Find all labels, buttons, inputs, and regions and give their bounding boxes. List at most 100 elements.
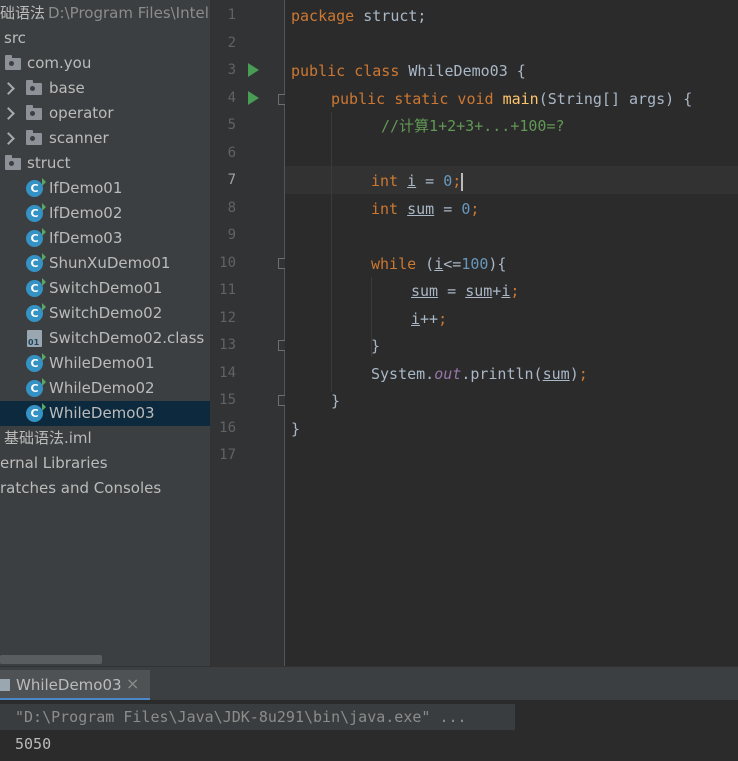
keyword: public class: [291, 62, 400, 80]
tree-item-label: SwitchDemo02: [49, 304, 163, 322]
chevron-right-icon[interactable]: [2, 132, 15, 145]
java-class-icon: C: [26, 228, 46, 247]
tree-root[interactable]: 础语法 D:\Program Files\Intell: [0, 1, 210, 26]
java-class-icon: C: [26, 378, 46, 397]
tree-item-switchdemo01[interactable]: C SwitchDemo01: [0, 276, 210, 301]
operator: <=: [443, 255, 462, 273]
code-editor[interactable]: package struct; public class WhileDemo03…: [285, 0, 738, 666]
semicolon: ;: [438, 310, 448, 328]
run-class-icon[interactable]: [248, 63, 259, 77]
tree-item-label: SwitchDemo01: [49, 279, 163, 297]
code-text: (: [416, 255, 435, 273]
run-config-icon: [0, 679, 10, 691]
code-line-5: //计算1+2+3+...+100=?: [381, 117, 565, 135]
tree-item-shunxudemo01[interactable]: C ShunXuDemo01: [0, 251, 210, 276]
tree-item-whiledemo02[interactable]: C WhileDemo02: [0, 376, 210, 401]
run-console[interactable]: "D:\Program Files\Java\JDK-8u291\bin\jav…: [0, 700, 738, 761]
chevron-right-icon[interactable]: [2, 107, 15, 120]
tree-item-ifdemo03[interactable]: C IfDemo03: [0, 226, 210, 251]
line-number: 5: [227, 117, 236, 133]
line-number: 1: [227, 7, 236, 23]
variable: sum: [407, 200, 435, 218]
text-caret: [461, 172, 464, 191]
variable: i: [501, 282, 511, 300]
run-tab[interactable]: WhileDemo03 ×: [0, 670, 150, 701]
package-icon: [26, 80, 42, 95]
tree-item-label: IfDemo02: [49, 204, 123, 222]
code-line-15: }: [331, 392, 341, 410]
code-line-1: package struct;: [291, 2, 426, 30]
tree-item-base[interactable]: base: [0, 76, 210, 101]
tree-item-switchdemo02[interactable]: C SwitchDemo02: [0, 301, 210, 326]
tree-root-path: D:\Program Files\Intell: [48, 4, 210, 22]
console-output: 5050: [15, 735, 52, 753]
code-text: =: [416, 172, 444, 190]
semicolon: ;: [470, 200, 480, 218]
tree-item-com-you[interactable]: com.you: [0, 51, 210, 76]
chevron-right-icon[interactable]: [2, 82, 15, 95]
tree-item-iml-file[interactable]: 基础语法.iml: [0, 426, 210, 451]
semicolon: ;: [452, 172, 462, 190]
tree-item-label: base: [49, 79, 85, 97]
horizontal-scrollbar[interactable]: [0, 655, 102, 664]
line-number: 6: [227, 145, 236, 161]
keyword: public static void: [331, 90, 494, 108]
tree-item-src[interactable]: src: [0, 26, 210, 51]
package-icon: [26, 130, 42, 145]
package-icon: [5, 155, 21, 170]
tree-item-label: WhileDemo01: [49, 354, 155, 372]
code-line-12: i++;: [411, 305, 447, 333]
code-text: ): [569, 365, 579, 383]
code-text: System.: [371, 365, 435, 383]
project-panel: 础语法 D:\Program Files\Intell src com.you …: [0, 0, 210, 666]
tree-item-scanner[interactable]: scanner: [0, 126, 210, 151]
line-number: 12: [219, 310, 236, 326]
code-line-3: public class WhileDemo03 {: [291, 57, 526, 85]
line-number: 16: [219, 420, 236, 436]
variable: sum: [542, 365, 570, 383]
code-text: =: [434, 200, 462, 218]
code-line-4: public static void main(String[] args) {: [331, 85, 692, 113]
tree-root-label: 础语法: [0, 4, 46, 22]
semicolon: ;: [578, 365, 588, 383]
tree-item-label: WhileDemo03: [49, 404, 155, 422]
close-icon[interactable]: ×: [126, 674, 139, 693]
code-line-16: }: [291, 420, 301, 438]
java-class-icon: C: [26, 403, 46, 422]
number-literal: 0: [461, 200, 471, 218]
tree-item-label: IfDemo03: [49, 229, 123, 247]
line-number: 10: [219, 255, 236, 271]
line-number: 15: [219, 392, 236, 408]
variable: sum: [465, 282, 493, 300]
code-text: WhileDemo03 {: [399, 62, 526, 80]
number-literal: 100: [461, 255, 489, 273]
code-text: =: [438, 282, 466, 300]
tree-item-ifdemo02[interactable]: C IfDemo02: [0, 201, 210, 226]
code-line-8: int sum = 0;: [371, 195, 479, 223]
code-text: .println(: [461, 365, 543, 383]
console-command-line[interactable]: "D:\Program Files\Java\JDK-8u291\bin\jav…: [0, 704, 515, 730]
variable: i: [411, 310, 421, 328]
run-main-icon[interactable]: [248, 91, 259, 105]
tree-item-whiledemo03[interactable]: C WhileDemo03: [0, 401, 210, 426]
variable: i: [407, 172, 417, 190]
code-text: (String[] args) {: [538, 90, 693, 108]
number-literal: 0: [443, 172, 453, 190]
tree-item-ifdemo01[interactable]: C IfDemo01: [0, 176, 210, 201]
keyword: int: [371, 200, 399, 218]
tree-item-switchdemo02-class[interactable]: SwitchDemo02.class: [0, 326, 210, 351]
tree-item-scratches[interactable]: ratches and Consoles: [0, 476, 210, 501]
semicolon: ;: [510, 282, 520, 300]
keyword: package: [291, 7, 355, 25]
line-number: 8: [227, 200, 236, 216]
tree-item-external-libraries[interactable]: ernal Libraries: [0, 451, 210, 476]
code-line-13: }: [371, 337, 381, 355]
line-number: 13: [219, 337, 236, 353]
operator: ++: [420, 310, 439, 328]
tree-item-whiledemo01[interactable]: C WhileDemo01: [0, 351, 210, 376]
tree-item-label: ShunXuDemo01: [49, 254, 171, 272]
tree-item-operator[interactable]: operator: [0, 101, 210, 126]
variable: sum: [411, 282, 439, 300]
tree-item-struct[interactable]: struct: [0, 151, 210, 176]
java-class-icon: C: [26, 353, 46, 372]
